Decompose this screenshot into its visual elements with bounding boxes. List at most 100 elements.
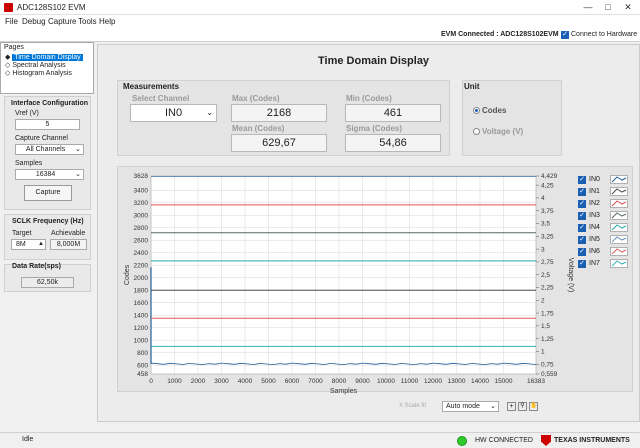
y-tick-label: 1000 (134, 337, 149, 344)
capture-button[interactable]: Capture (24, 185, 72, 201)
vendor-label: TEXAS INSTRUMENTS (554, 437, 630, 444)
sigma-label: Sigma (Codes) (346, 124, 403, 133)
interface-config-title: Interface Configuration (11, 100, 89, 107)
legend-item-in4[interactable]: ✓ IN4 (578, 223, 634, 233)
legend-item-in6[interactable]: ✓ IN6 (578, 247, 634, 257)
legend-checkbox[interactable]: ✓ (578, 212, 586, 220)
legend-checkbox[interactable]: ✓ (578, 200, 586, 208)
menu-capture[interactable]: Capture (48, 17, 76, 26)
x-tick-label: 3000 (214, 378, 229, 385)
legend-item-in0[interactable]: ✓ IN0 (578, 175, 634, 185)
legend-item-in3[interactable]: ✓ IN3 (578, 211, 634, 221)
hw-connected-label: HW CONNECTED (475, 437, 533, 444)
legend-checkbox[interactable]: ✓ (578, 188, 586, 196)
spinner-icon[interactable]: ▲ (38, 240, 44, 249)
y2-tick-label: 3,75 (541, 208, 554, 215)
voltage-radio[interactable] (473, 128, 480, 135)
legend-checkbox[interactable]: ✓ (578, 176, 586, 184)
legend-swatch-icon (610, 247, 628, 256)
max-value: 2168 (231, 104, 327, 122)
legend-item-in2[interactable]: ✓ IN2 (578, 199, 634, 209)
chevron-down-icon: ⌄ (206, 108, 213, 117)
x-tick-label: 6000 (285, 378, 300, 385)
pan-tool-icon[interactable]: ✋ (529, 402, 538, 411)
x-tick-label: 13000 (447, 378, 465, 385)
minimize-button[interactable]: — (578, 2, 598, 12)
x-tick-label: 9000 (355, 378, 370, 385)
y2-tick-label: 2,5 (541, 272, 550, 279)
hw-connected-led-icon (457, 436, 467, 446)
x-tick-label: 11000 (401, 378, 419, 385)
legend-checkbox[interactable]: ✓ (578, 224, 586, 232)
zoom-tool-icon[interactable]: ⚲ (518, 402, 527, 411)
y2-tick-label: 4 (541, 195, 545, 202)
y-tick-label: 600 (137, 362, 148, 369)
select-channel-dropdown[interactable]: IN0 ⌄ (130, 104, 217, 122)
voltage-radio-label[interactable]: Voltage (V) (482, 127, 523, 136)
x-tick-label: 0 (149, 378, 153, 385)
sclk-target-input[interactable]: 8M ▲ (11, 239, 46, 250)
y2-tick-label: 3,5 (541, 221, 550, 228)
menu-file[interactable]: File (5, 17, 18, 26)
legend-checkbox[interactable]: ✓ (578, 248, 586, 256)
capture-channel-select[interactable]: All Channels ⌄ (15, 144, 84, 155)
legend-swatch-icon (610, 223, 628, 232)
x-tick-label: 1000 (167, 378, 182, 385)
legend-label: IN6 (589, 248, 600, 255)
x-tick-label: 12000 (424, 378, 442, 385)
mean-label: Mean (Codes) (232, 124, 285, 133)
legend-label: IN1 (589, 188, 600, 195)
maximize-button[interactable]: □ (598, 2, 618, 12)
y-tick-label: 3000 (134, 212, 149, 219)
page-histogram-analysis[interactable]: ◇ Histogram Analysis (5, 69, 72, 77)
x-tick-label: 8000 (332, 378, 347, 385)
menu-tools[interactable]: Tools (78, 17, 97, 26)
vref-input[interactable]: 5 (15, 119, 80, 130)
x-tick-label: 10000 (377, 378, 395, 385)
autoscale-select[interactable]: Auto mode ⌄ (442, 401, 499, 412)
legend-swatch-icon (610, 235, 628, 244)
legend-swatch-icon (610, 175, 628, 184)
unit-title: Unit (464, 82, 480, 91)
connect-to-hardware-checkbox[interactable]: ✓ (561, 31, 569, 39)
legend-checkbox[interactable]: ✓ (578, 260, 586, 268)
data-rate-panel: Data Rate(sps) 62,50k (4, 263, 91, 292)
time-domain-chart[interactable]: 0 1000 2000 3000 4000 5000 6000 7000 8000 9000 100… (117, 166, 577, 396)
legend-item-in7[interactable]: ✓ IN7 (578, 259, 634, 269)
diamond-icon: ◇ (5, 62, 11, 69)
sclk-achievable-label: Achievable (51, 230, 86, 237)
y2-tick-label: 3 (541, 246, 545, 253)
menu-bar: File Debug Capture Tools Help (0, 15, 640, 28)
menu-help[interactable]: Help (99, 17, 115, 26)
interface-config-panel: Interface Configuration Vref (V) 5 Captu… (4, 96, 91, 210)
codes-radio-label[interactable]: Codes (482, 106, 506, 115)
max-label: Max (Codes) (232, 94, 280, 103)
legend-label: IN7 (589, 260, 600, 267)
y-tick-label: 1200 (134, 325, 149, 332)
codes-radio[interactable] (473, 107, 480, 114)
measurements-panel: Measurements Select Channel IN0 ⌄ Max (Co… (117, 80, 450, 156)
y2-tick-label: 0,559 (541, 371, 558, 378)
menu-debug[interactable]: Debug (22, 17, 46, 26)
legend-checkbox[interactable]: ✓ (578, 236, 586, 244)
y-tick-label: 458 (137, 371, 148, 378)
legend-item-in1[interactable]: ✓ IN1 (578, 187, 634, 197)
y-axis-label: Codes (124, 264, 131, 285)
samples-label: Samples (15, 160, 43, 167)
legend-item-in5[interactable]: ✓ IN5 (578, 235, 634, 245)
close-button[interactable]: ✕ (618, 2, 638, 13)
y-tick-label: 2800 (134, 225, 149, 232)
measurements-title: Measurements (123, 82, 180, 91)
cursor-tool-icon[interactable]: + (507, 402, 516, 411)
data-rate-title: Data Rate(sps) (12, 263, 62, 270)
title-bar: ADC128S102 EVM — □ ✕ (0, 0, 640, 15)
chevron-down-icon: ⌄ (75, 146, 81, 153)
samples-select[interactable]: 16384 ⌄ (15, 169, 84, 180)
sigma-value: 54,86 (345, 134, 441, 152)
plot-area (150, 175, 537, 375)
evm-connected-label: EVM Connected : ADC128S102EVM (441, 31, 559, 38)
app-icon (4, 3, 13, 12)
legend-label: IN3 (589, 212, 600, 219)
page-time-domain[interactable]: ◆ Time Domain Display (5, 53, 83, 61)
page-spectral-analysis[interactable]: ◇ Spectral Analysis (5, 61, 66, 69)
